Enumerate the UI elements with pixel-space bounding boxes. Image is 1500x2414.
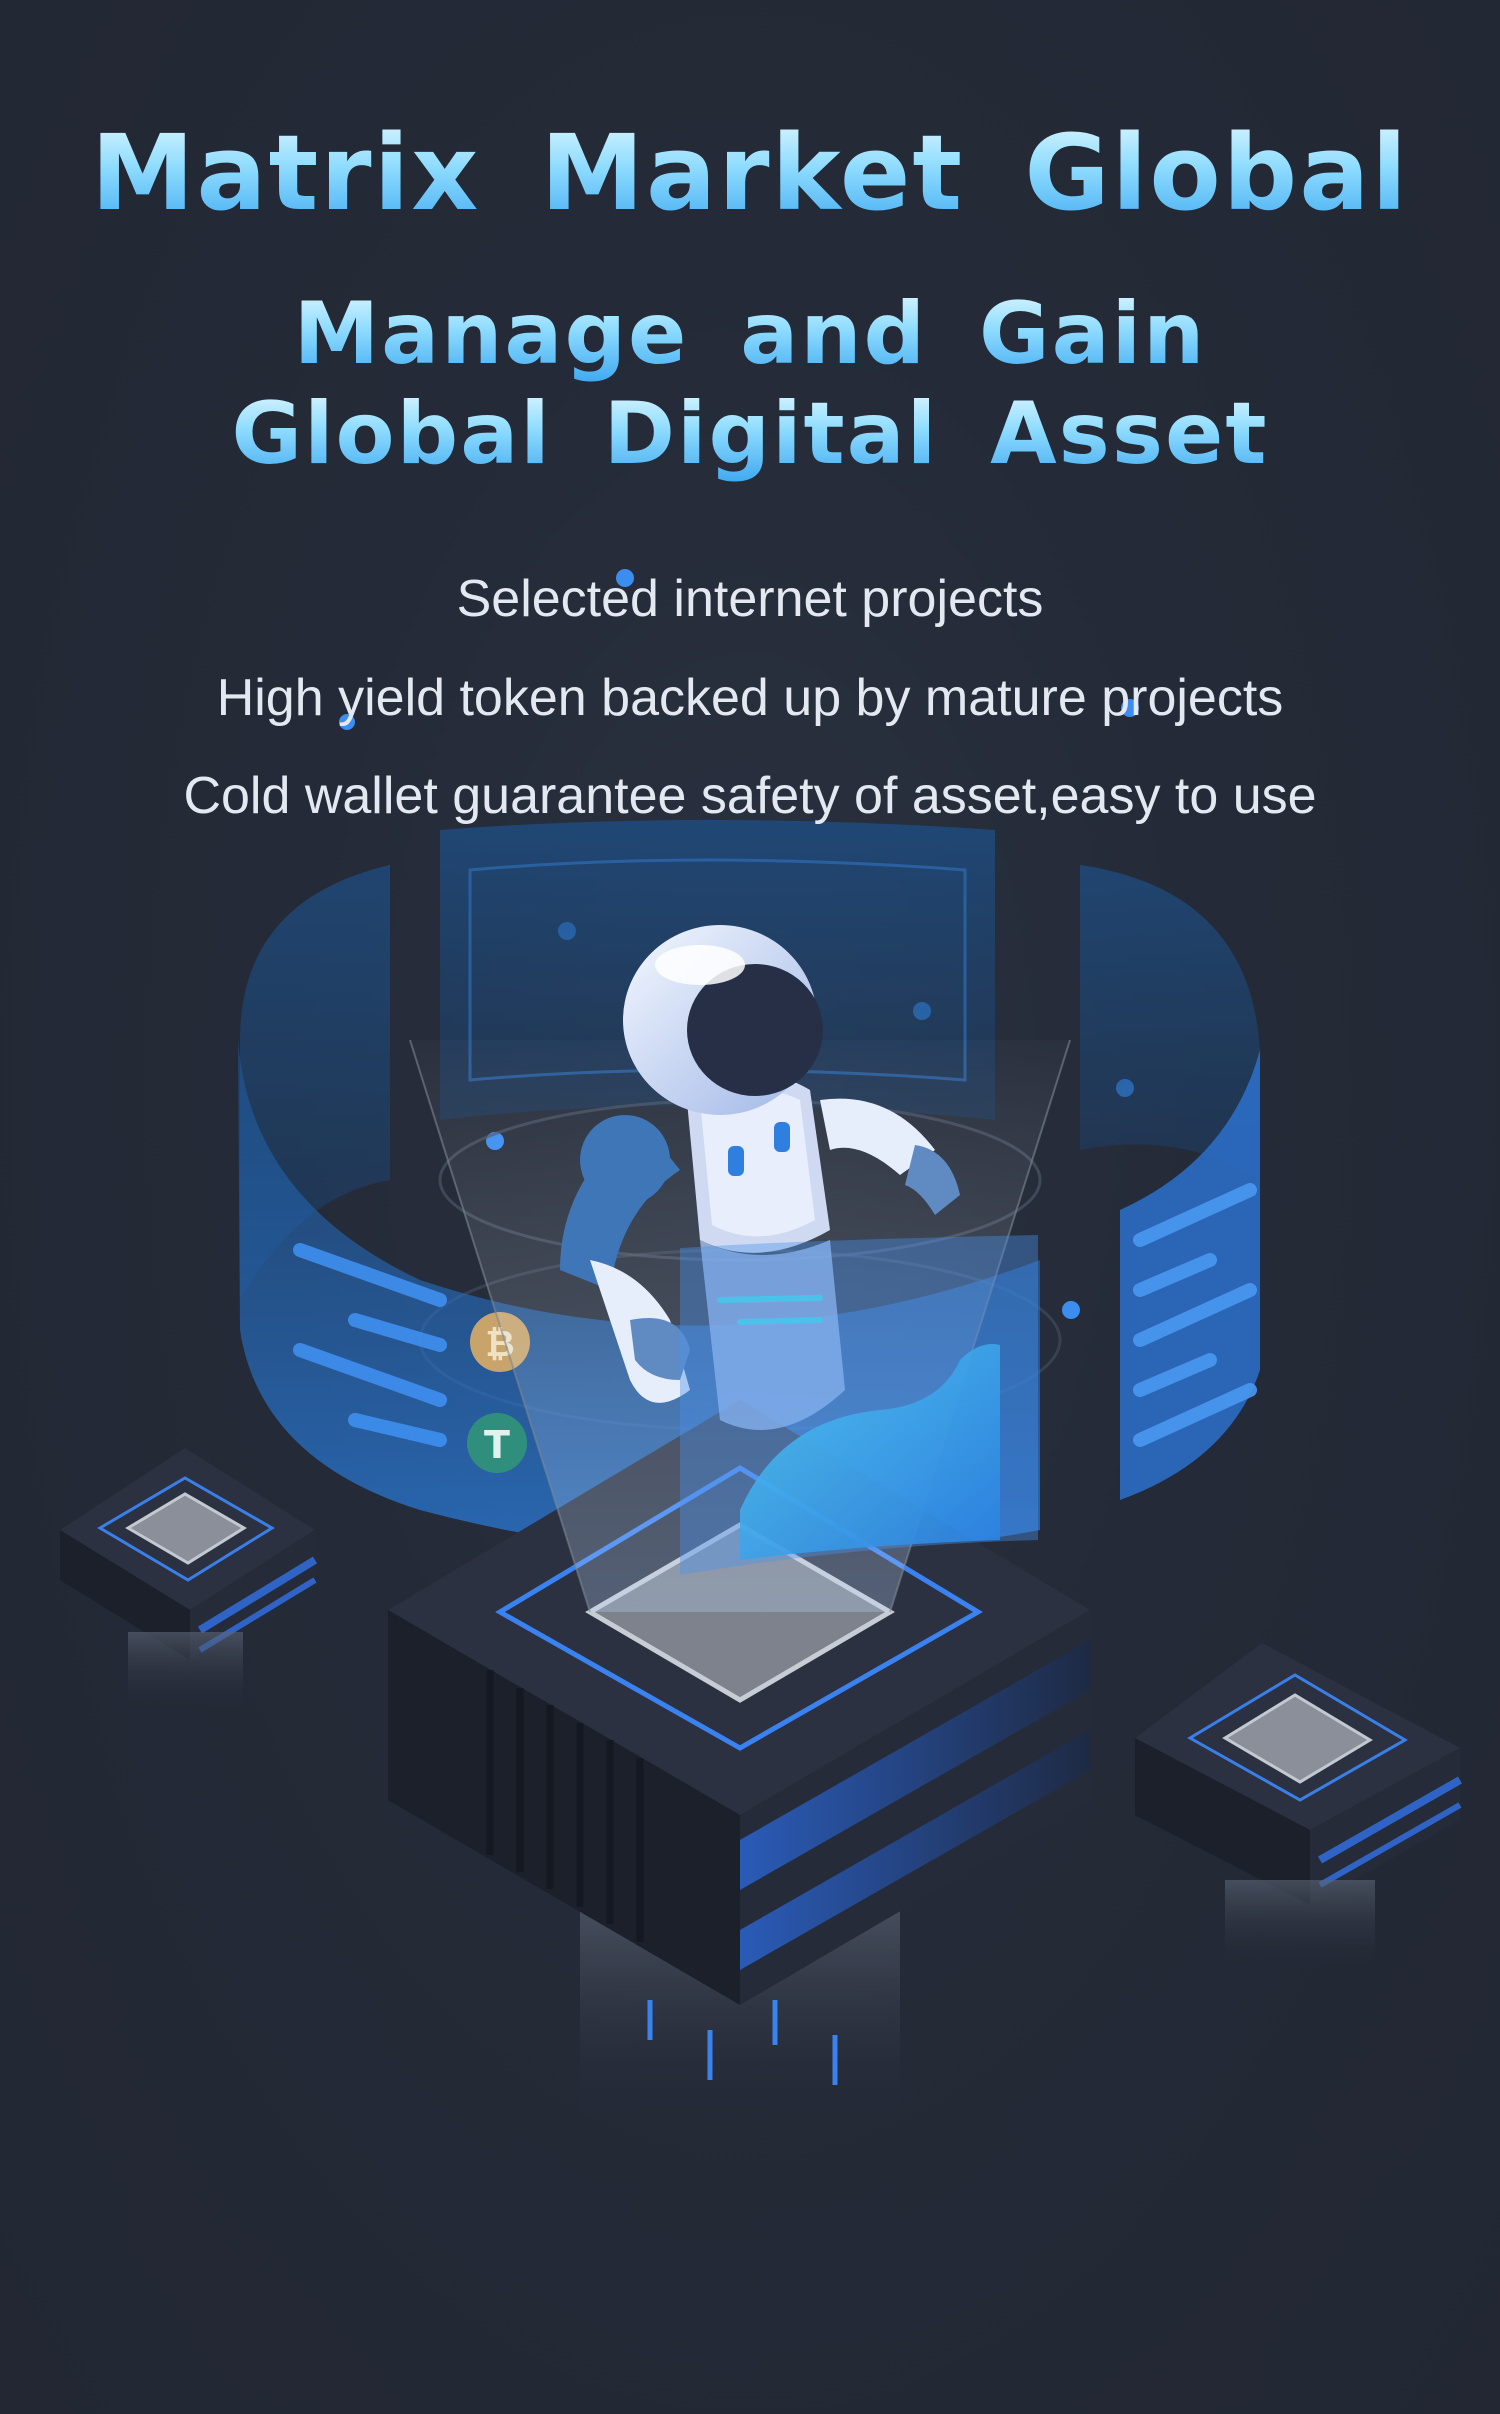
chip-icon-right [1135, 1643, 1462, 1970]
subtitle-line-1: Manage and Gain [0, 282, 1500, 386]
tether-icon: T [467, 1413, 527, 1473]
svg-text:T: T [484, 1423, 510, 1467]
chip-icon-left [60, 1448, 318, 1712]
hero-banner: ₿ T Matrix Market Global Manage and Gain… [0, 0, 1500, 2414]
feature-text: Selected internet projects [456, 570, 1044, 628]
feature-text: High yield token backed up by mature pro… [216, 669, 1284, 727]
feature-text: Cold wallet guarantee safety of asset,ea… [183, 767, 1317, 825]
page-title: Matrix Market Global [0, 108, 1500, 238]
subtitle-line-2: Global Digital Asset [0, 382, 1500, 486]
